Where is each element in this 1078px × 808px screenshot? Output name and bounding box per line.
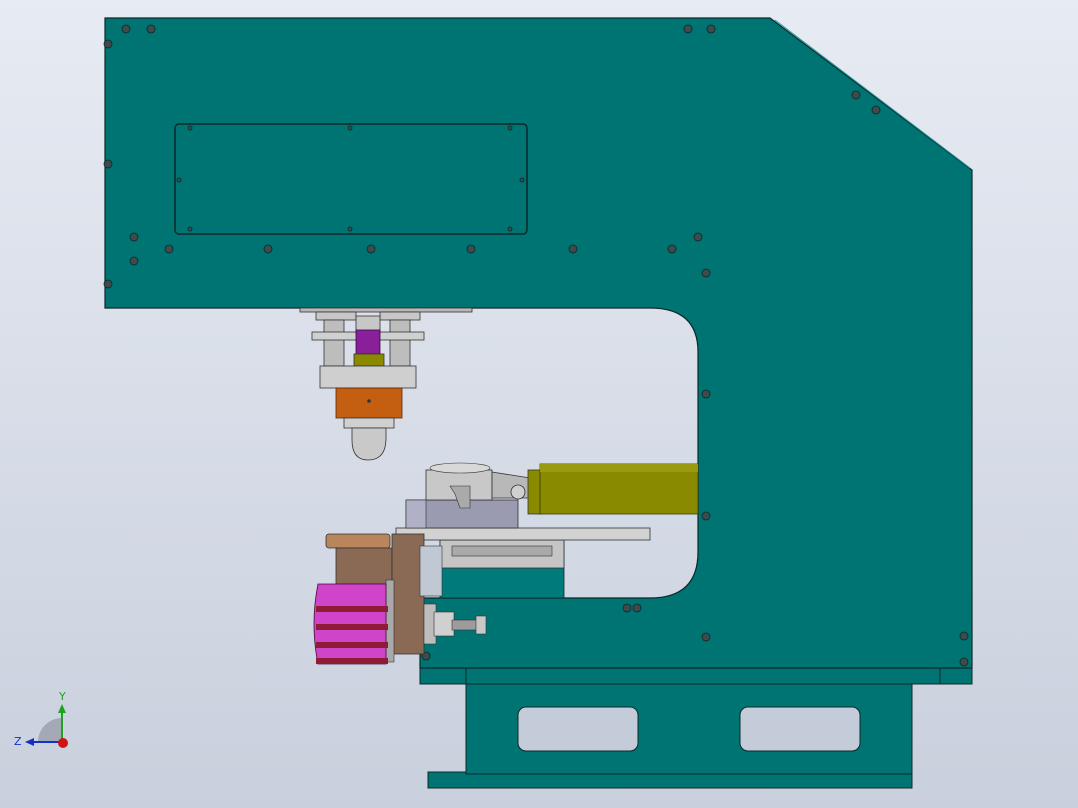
bolt-hole [701,268,711,278]
z-axis-label: Z [14,735,22,748]
base-window-right [739,706,861,752]
bolt-hole [164,244,174,254]
bolt-hole [871,105,881,115]
bolt-hole [187,226,193,232]
bolt-hole [507,226,513,232]
press-ram-assembly [299,307,473,461]
bolt-hole [959,657,969,667]
base-top-plate [419,667,973,685]
y-axis-label: Y [58,690,66,703]
guide-rod-left [323,319,345,367]
bolt-hole [667,244,677,254]
bolt-hole [701,632,711,642]
bolt-hole [519,177,525,183]
bolt-hole [347,226,353,232]
bolt-hole [693,232,703,242]
bolt-hole [701,511,711,521]
bolt-hole [103,39,113,49]
coordinate-triad: Y Z [14,690,68,748]
cad-viewport[interactable]: Y Z [0,0,1078,808]
bolt-hole [103,279,113,289]
bolt-hole [146,24,156,34]
bolt-hole [466,244,476,254]
bolt-hole [129,232,139,242]
slide-table [395,527,651,541]
bolt-hole [187,125,193,131]
ram-coupling [355,329,381,355]
punch-head [351,427,387,461]
base-stand [419,667,973,789]
bolt-hole [507,125,513,131]
bolt-hole [263,244,273,254]
bolt-hole [851,90,861,100]
bolt-hole [959,631,969,641]
bolt-hole [632,603,642,613]
bolt-hole [347,125,353,131]
guide-rod-right [389,319,411,367]
bolt-hole [103,159,113,169]
bolt-hole [176,177,182,183]
bolt-hole [622,603,632,613]
die-holder [335,387,403,419]
adjuster-rod [325,533,391,549]
bolt-hole [683,24,693,34]
adjust-screw-head [433,611,455,637]
bolt-hole [366,244,376,254]
ram-plate [319,365,417,389]
bolt-hole [568,244,578,254]
bolt-hole [121,24,131,34]
bolt-hole [129,256,139,266]
origin-point [58,738,68,748]
adjuster-bracket [391,533,425,655]
base-window-left [517,706,639,752]
press-machine-drawing[interactable]: Y Z [0,0,1078,808]
bolt-hole [701,389,711,399]
bolt-hole [706,24,716,34]
